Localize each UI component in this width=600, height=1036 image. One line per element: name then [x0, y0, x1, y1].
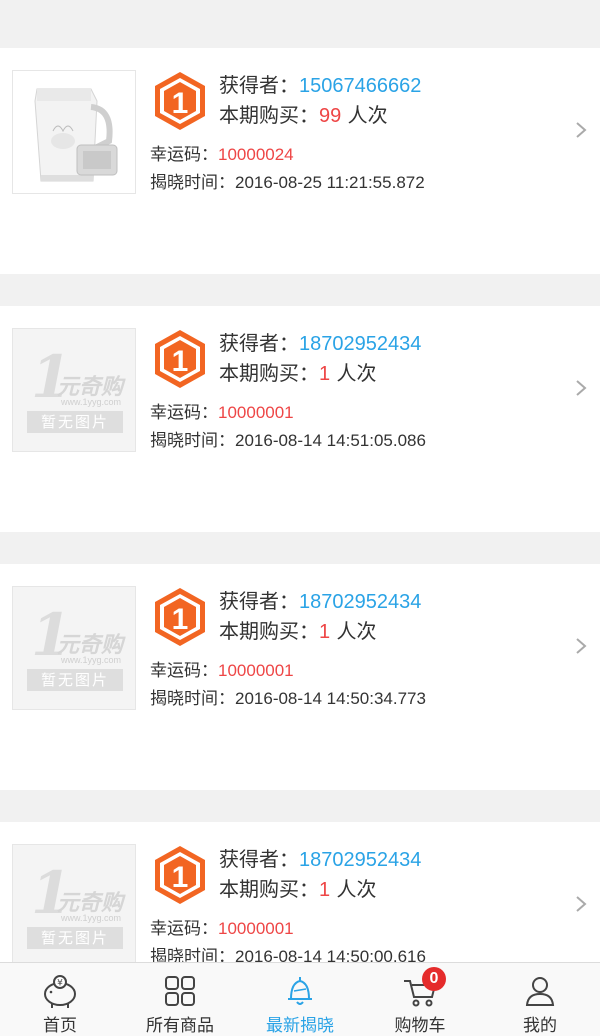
no-image-placeholder: 1 元奇购 www.1yyg.com 暂无图片: [13, 587, 135, 709]
tab-label: 最新揭晓: [266, 1016, 334, 1036]
chevron-right-icon[interactable]: [572, 118, 590, 142]
reveal-time: 2016-08-14 14:51:05.086: [235, 431, 426, 450]
reveal-time-label: 揭晓时间：: [150, 947, 235, 962]
placeholder-banner: 暂无图片: [27, 669, 123, 691]
placeholder-url: www.1yyg.com: [61, 655, 122, 665]
purchase-count: 1: [319, 879, 331, 901]
user-icon: [525, 977, 555, 1006]
first-place-badge-icon: 1: [155, 846, 205, 904]
purchase-unit: 人次: [330, 361, 377, 385]
svg-text:¥: ¥: [57, 979, 63, 989]
svg-text:1: 1: [172, 603, 189, 636]
result-card[interactable]: 1 元奇购 www.1yyg.com 暂无图片 1 获得者：1870295243…: [0, 306, 600, 532]
reveal-time: 2016-08-14 14:50:34.773: [235, 689, 426, 708]
purchase-unit: 人次: [330, 877, 377, 901]
lucky-code-label: 幸运码：: [150, 661, 218, 681]
reveal-time-label: 揭晓时间：: [150, 173, 235, 193]
winner-id[interactable]: 18702952434: [299, 849, 421, 871]
tab-all-products[interactable]: 所有商品: [120, 963, 240, 1036]
winner-id[interactable]: 18702952434: [299, 591, 421, 613]
purchase-unit: 人次: [330, 619, 377, 643]
svg-text:1: 1: [172, 345, 189, 378]
purchase-unit: 人次: [341, 103, 388, 127]
chevron-right-icon[interactable]: [572, 376, 590, 400]
tab-mine[interactable]: 我的: [480, 963, 600, 1036]
result-card[interactable]: 1 元奇购 www.1yyg.com 暂无图片 1 获得者：1870295243…: [0, 822, 600, 962]
svg-text:1: 1: [172, 861, 189, 894]
winner-id[interactable]: 18702952434: [299, 333, 421, 355]
product-image: 1 元奇购 www.1yyg.com 暂无图片: [12, 328, 136, 452]
winner-label: 获得者：: [219, 331, 299, 355]
reveal-time: 2016-08-14 14:50:00.616: [235, 947, 426, 962]
lucky-code-label: 幸运码：: [150, 145, 218, 165]
tab-home[interactable]: ¥ 首页: [0, 963, 120, 1036]
tab-label: 购物车: [394, 1016, 446, 1036]
tab-latest-results[interactable]: 最新揭晓: [240, 963, 360, 1036]
first-place-badge-icon: 1: [155, 588, 205, 646]
tab-label: 所有商品: [146, 1016, 214, 1036]
reveal-time-label: 揭晓时间：: [150, 689, 235, 709]
purchase-count: 99: [319, 105, 342, 127]
result-card[interactable]: 1 元奇购 www.1yyg.com 暂无图片 1 获得者：1870295243…: [0, 564, 600, 790]
purchase-label: 本期购买：: [219, 619, 319, 643]
lucky-code: 10000001: [218, 661, 294, 680]
product-image: [12, 70, 136, 194]
no-image-placeholder: 1 元奇购 www.1yyg.com 暂无图片: [13, 845, 135, 962]
grid-icon: [165, 976, 195, 1006]
tab-label: 我的: [523, 1016, 557, 1036]
placeholder-banner: 暂无图片: [27, 411, 123, 433]
lucky-code: 10000024: [218, 145, 294, 164]
tab-label: 首页: [43, 1016, 77, 1036]
no-image-placeholder: 1 元奇购 www.1yyg.com 暂无图片: [13, 329, 135, 451]
svg-text:1: 1: [172, 87, 189, 120]
winner-label: 获得者：: [219, 847, 299, 871]
lucky-code: 10000001: [218, 403, 294, 422]
lucky-code-label: 幸运码：: [150, 403, 218, 423]
first-place-badge-icon: 1: [155, 72, 205, 130]
chevron-right-icon[interactable]: [572, 634, 590, 658]
lucky-code: 10000001: [218, 919, 294, 938]
winner-id[interactable]: 15067466662: [299, 75, 421, 97]
announcement-feed: 1 获得者：15067466662 本期购买：99 人次 幸运码：1000002…: [0, 0, 600, 962]
bottom-tab-bar: ¥ 首页 所有商品 最新揭晓 0 购物车 我的: [0, 962, 600, 1036]
placeholder-url: www.1yyg.com: [61, 913, 122, 923]
first-place-badge-icon: 1: [155, 330, 205, 388]
tab-cart[interactable]: 0 购物车: [360, 963, 480, 1036]
placeholder-url: www.1yyg.com: [61, 397, 122, 407]
bell-icon: [288, 977, 312, 1005]
winner-label: 获得者：: [219, 589, 299, 613]
soymilk-maker-image: [13, 71, 135, 193]
purchase-label: 本期购买：: [219, 361, 319, 385]
cart-count-badge: 0: [422, 967, 446, 991]
placeholder-banner: 暂无图片: [27, 927, 123, 949]
winner-label: 获得者：: [219, 73, 299, 97]
purchase-count: 1: [319, 621, 331, 643]
piggy-bank-icon: ¥: [44, 975, 76, 1008]
chevron-right-icon[interactable]: [572, 892, 590, 916]
reveal-time: 2016-08-25 11:21:55.872: [235, 173, 425, 192]
result-card[interactable]: 1 获得者：15067466662 本期购买：99 人次 幸运码：1000002…: [0, 48, 600, 274]
purchase-count: 1: [319, 363, 331, 385]
lucky-code-label: 幸运码：: [150, 919, 218, 939]
purchase-label: 本期购买：: [219, 103, 319, 127]
reveal-time-label: 揭晓时间：: [150, 431, 235, 451]
purchase-label: 本期购买：: [219, 877, 319, 901]
product-image: 1 元奇购 www.1yyg.com 暂无图片: [12, 844, 136, 962]
product-image: 1 元奇购 www.1yyg.com 暂无图片: [12, 586, 136, 710]
